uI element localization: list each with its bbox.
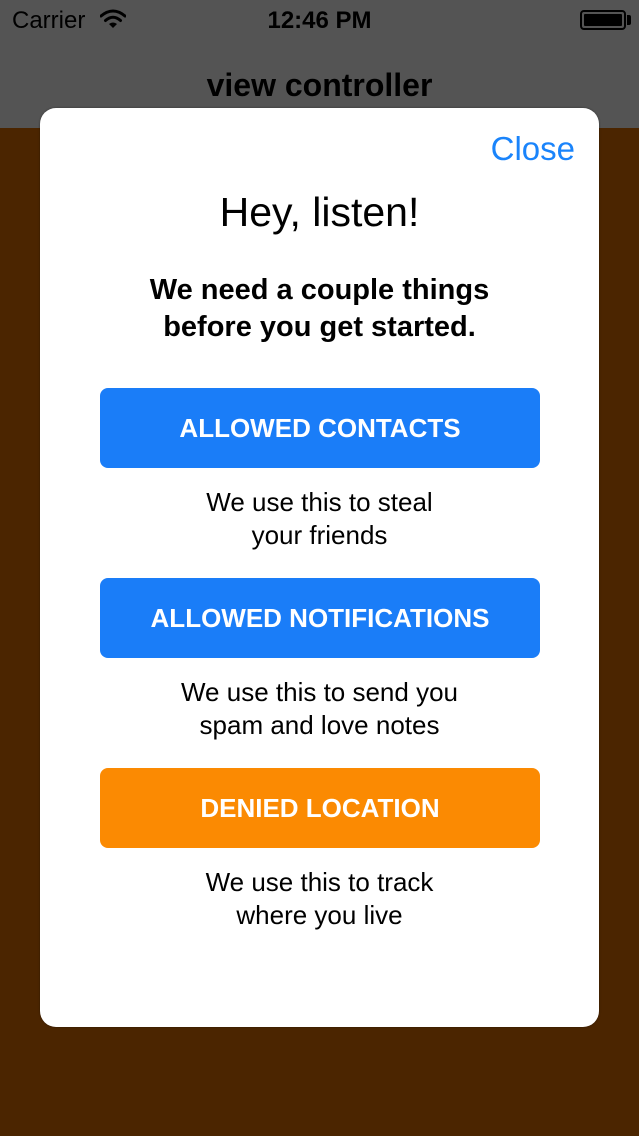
description-line: We use this to send you bbox=[180, 677, 458, 707]
description-line: where you live bbox=[236, 900, 403, 930]
contacts-permission-button[interactable]: ALLOWED CONTACTS bbox=[100, 388, 540, 468]
modal-subtitle-line: before you get started. bbox=[163, 311, 476, 343]
contacts-permission-description: We use this to steal your friends bbox=[80, 486, 559, 552]
status-bar: Carrier 12:46 PM bbox=[0, 0, 639, 40]
close-button[interactable]: Close bbox=[491, 130, 575, 168]
description-line: spam and love notes bbox=[199, 710, 440, 740]
description-line: We use this to steal bbox=[206, 487, 433, 517]
location-permission-button[interactable]: DENIED LOCATION bbox=[100, 768, 540, 848]
modal-title: Hey, listen! bbox=[219, 189, 420, 235]
location-permission-description: We use this to track where you live bbox=[80, 866, 559, 932]
clock-label: 12:46 PM bbox=[267, 7, 372, 34]
permissions-modal: Close Hey, listen! We need a couple thin… bbox=[40, 108, 599, 1027]
notifications-permission-button[interactable]: ALLOWED NOTIFICATIONS bbox=[100, 578, 540, 658]
description-line: your friends bbox=[251, 520, 388, 550]
notifications-permission-description: We use this to send you spam and love no… bbox=[80, 676, 559, 742]
battery-icon bbox=[580, 10, 626, 30]
nav-title: view controller bbox=[206, 67, 433, 103]
modal-subtitle: We need a couple things before you get s… bbox=[80, 272, 559, 346]
modal-subtitle-line: We need a couple things bbox=[149, 274, 490, 306]
battery-level bbox=[584, 14, 622, 26]
description-line: We use this to track bbox=[205, 867, 434, 897]
battery-tip bbox=[627, 15, 631, 25]
